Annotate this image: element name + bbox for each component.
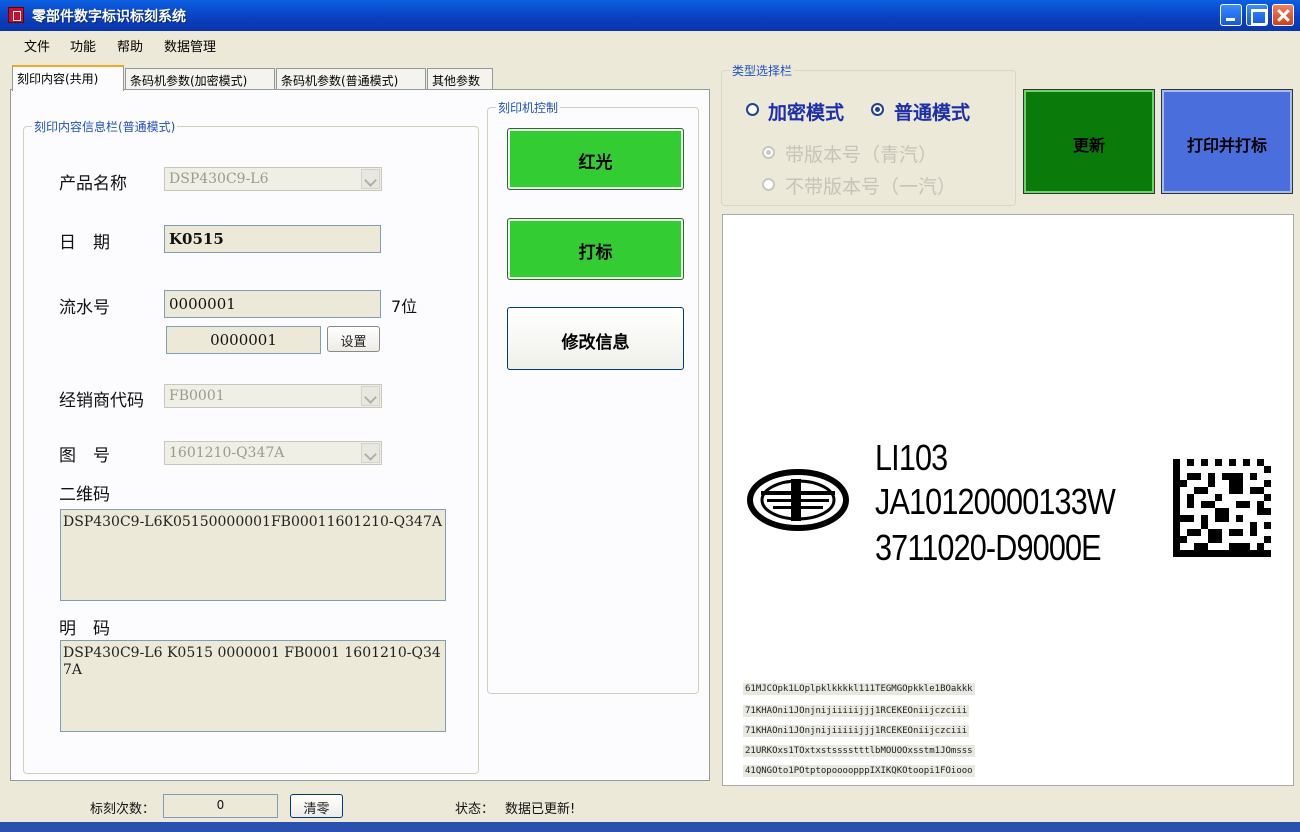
without-version-label[interactable]: 不带版本号（一汽） xyxy=(785,172,956,199)
printer-control-groupbox: 刻印机控制 xyxy=(487,99,699,694)
menu-bar: 文件 功能 帮助 数据管理 xyxy=(0,31,1300,57)
plain-code-textarea[interactable]: DSP430C9-L6 K0515 0000001 FB0001 1601210… xyxy=(60,640,446,732)
dealer-code-value: FB0001 xyxy=(169,388,225,404)
menu-file[interactable]: 文件 xyxy=(24,36,50,55)
tab-barcode-normal[interactable]: 条码机参数(普通模式) xyxy=(276,68,426,90)
qr-code-label: 二维码 xyxy=(59,485,110,505)
taskbar xyxy=(0,822,1300,832)
date-input[interactable]: K0515 xyxy=(164,225,381,253)
preview-line-3: 3711020-D9000E xyxy=(875,527,1102,568)
date-label: 日 期 xyxy=(59,233,110,253)
dealer-code-label: 经销商代码 xyxy=(59,391,144,411)
encrypted-mode-radio[interactable] xyxy=(746,103,759,116)
tab-panel: 刻印内容信息栏(普通模式) 产品名称 DSP430C9-L6 日 期 K0515… xyxy=(10,89,710,781)
tab-engrave-content[interactable]: 刻印内容(共用) xyxy=(12,65,124,91)
with-version-radio[interactable] xyxy=(762,146,775,159)
code-line-5: 41QNGOto1POtptopoooopppIXIKQKOtoopi1FOio… xyxy=(743,765,975,777)
with-version-label[interactable]: 带版本号（青汽） xyxy=(785,140,937,167)
serial-label: 流水号 xyxy=(59,298,110,318)
status-label: 状态： xyxy=(455,802,495,817)
tab-barcode-encrypted[interactable]: 条码机参数(加密模式) xyxy=(125,68,275,90)
code-line-2: 71KHAOni1JOnjnijiiiiijjj1RCEKEOniijczcii… xyxy=(743,705,970,717)
red-light-button[interactable]: 红光 xyxy=(507,128,684,190)
datamatrix-icon xyxy=(1173,459,1271,557)
menu-function[interactable]: 功能 xyxy=(70,36,96,55)
preview-line-1: LI103 xyxy=(875,437,948,478)
drawing-number-label: 图 号 xyxy=(59,446,110,466)
code-line-4: 21URKOxs1TOxtxstsssstttlbMOUOOxsstm1JOms… xyxy=(743,745,975,757)
product-name-label: 产品名称 xyxy=(59,174,127,194)
set-button[interactable]: 设置 xyxy=(327,326,380,352)
serial-digits-label: 7位 xyxy=(391,297,418,316)
chevron-down-icon[interactable] xyxy=(361,169,380,189)
update-button[interactable]: 更新 xyxy=(1023,89,1155,194)
print-and-mark-button[interactable]: 打印并打标 xyxy=(1161,89,1293,194)
mark-count-field: 0 xyxy=(163,794,278,818)
type-select-legend: 类型选择栏 xyxy=(730,62,795,79)
product-name-value: DSP430C9-L6 xyxy=(169,171,269,187)
close-button[interactable] xyxy=(1272,4,1294,26)
info-group-legend: 刻印内容信息栏(普通模式) xyxy=(32,118,178,135)
modify-info-button[interactable]: 修改信息 xyxy=(507,307,684,370)
mark-button[interactable]: 打标 xyxy=(507,218,684,280)
label-preview: LI103 JA10120000133W 3711020-D9000E 61MJ… xyxy=(722,214,1294,786)
code-line-1: 61MJCOpk1LOplpklkkkkl111TEGMGOpkkle1BOak… xyxy=(743,683,975,695)
normal-mode-radio[interactable] xyxy=(871,103,884,116)
serial-input[interactable]: 0000001 xyxy=(164,290,381,318)
title-bar[interactable]: 零部件数字标识标刻系统 xyxy=(0,0,1300,31)
product-name-combo[interactable]: DSP430C9-L6 xyxy=(164,167,382,191)
mark-count-label: 标刻次数： xyxy=(90,802,156,817)
chevron-down-icon[interactable] xyxy=(361,443,380,463)
clear-count-button[interactable]: 清零 xyxy=(290,794,343,818)
window-title: 零部件数字标识标刻系统 xyxy=(32,9,186,25)
faw-logo-icon xyxy=(747,469,849,531)
encrypted-mode-label[interactable]: 加密模式 xyxy=(768,98,844,125)
tab-other-params[interactable]: 其他参数 xyxy=(427,68,493,90)
minimize-button[interactable] xyxy=(1220,4,1242,26)
serial-sub-input[interactable]: 0000001 xyxy=(166,326,321,354)
app-icon xyxy=(8,7,24,23)
code-line-3: 71KHAOni1JOnjnijiiiiijjj1RCEKEOniijczcii… xyxy=(743,725,970,737)
plain-code-label: 明 码 xyxy=(59,619,110,639)
normal-mode-label[interactable]: 普通模式 xyxy=(894,98,970,125)
app-window: 零部件数字标识标刻系统 文件 功能 帮助 数据管理 刻印内容(共用) 条码机参数… xyxy=(0,0,1300,832)
printer-control-legend: 刻印机控制 xyxy=(496,99,561,116)
status-value: 数据已更新! xyxy=(505,802,576,817)
drawing-number-value: 1601210-Q347A xyxy=(169,445,285,461)
dealer-code-combo[interactable]: FB0001 xyxy=(164,384,382,408)
drawing-number-combo[interactable]: 1601210-Q347A xyxy=(164,441,382,465)
without-version-radio[interactable] xyxy=(762,178,775,191)
menu-help[interactable]: 帮助 xyxy=(117,36,143,55)
qr-code-textarea[interactable]: DSP430C9-L6K05150000001FB00011601210-Q34… xyxy=(60,509,446,601)
preview-line-2: JA10120000133W xyxy=(875,481,1116,522)
menu-data-management[interactable]: 数据管理 xyxy=(164,36,216,55)
chevron-down-icon[interactable] xyxy=(361,386,380,406)
maximize-button[interactable] xyxy=(1246,4,1268,26)
